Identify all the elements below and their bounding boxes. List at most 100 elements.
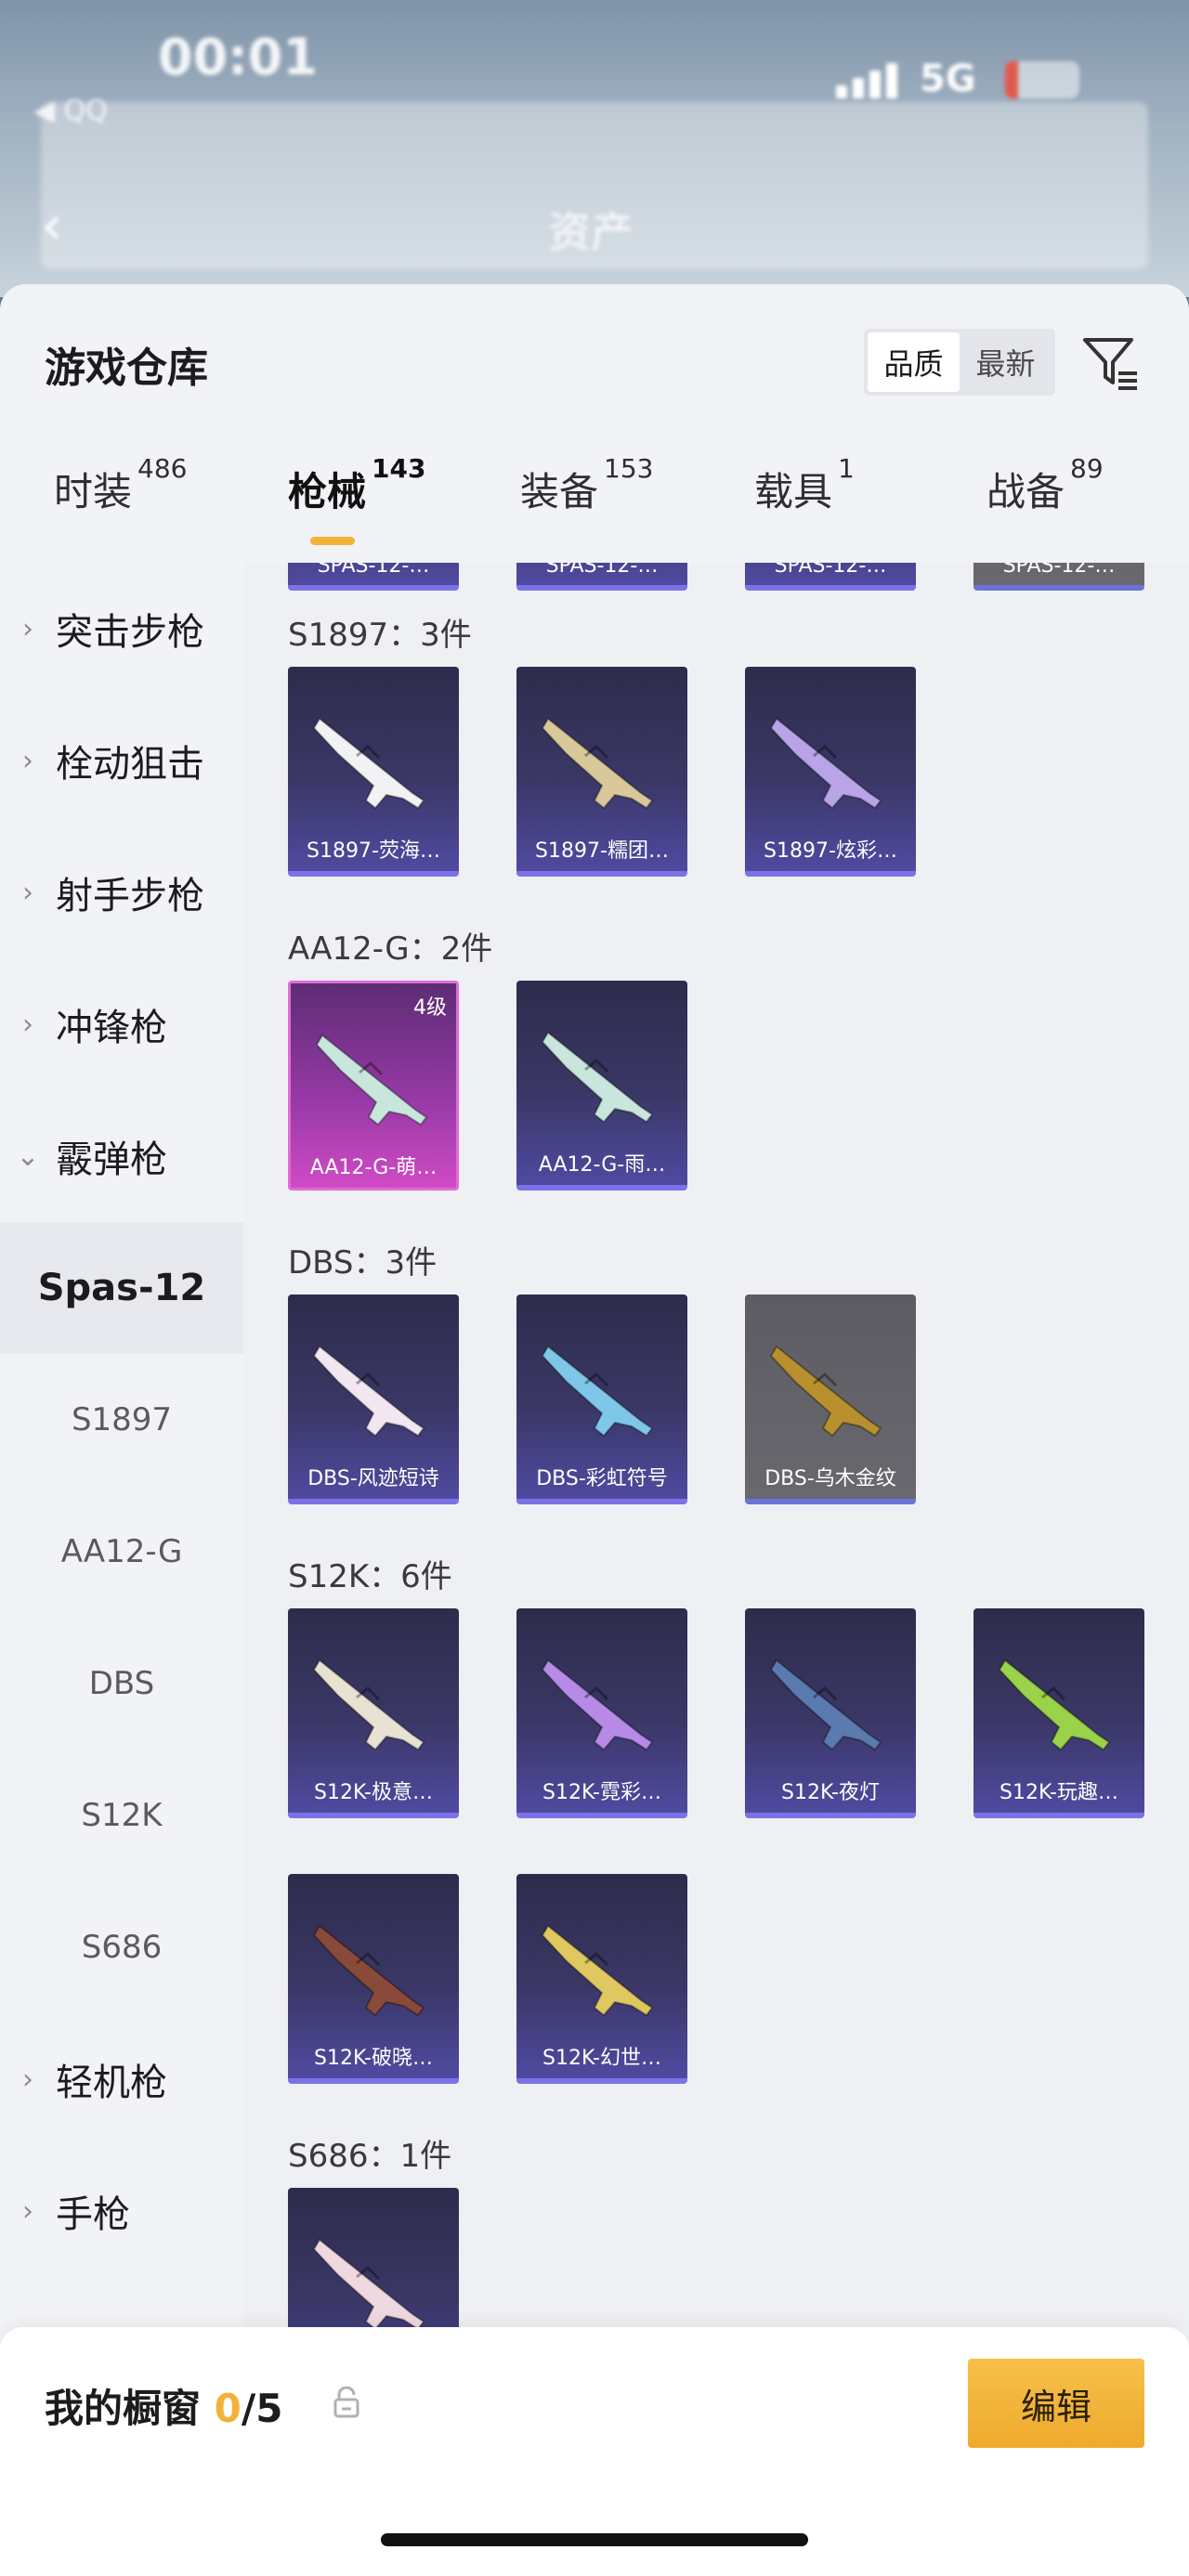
- tab-fashion[interactable]: 时装 486: [54, 453, 187, 553]
- battery-icon: [1005, 61, 1079, 98]
- weapon-card[interactable]: S686-巴巴…: [288, 2188, 459, 2327]
- weapon-icon: [312, 717, 425, 810]
- sidebar-subitem-dbs[interactable]: DBS: [0, 1618, 243, 1750]
- weapon-card-label: SPAS-12-…: [1002, 563, 1116, 578]
- sort-quality-button[interactable]: 品质: [868, 332, 960, 392]
- sheet-header: 游戏仓库 品质 最新 时装 486 枪械 143 装备 153 载具 1 战备 …: [0, 284, 1189, 563]
- weapon-icon: [769, 1659, 882, 1751]
- weapon-card-label: AA12-G-萌…: [309, 1156, 438, 1179]
- sidebar-item-label: 突击步枪: [56, 611, 204, 654]
- showcase-title: 我的橱窗: [45, 2386, 202, 2431]
- sidebar-item-label: 冲锋枪: [56, 1007, 167, 1049]
- weapon-card-label: DBS-彩虹符号: [536, 1467, 668, 1490]
- weapon-card-label: DBS-乌木金纹: [764, 1467, 896, 1490]
- weapon-card[interactable]: SPAS-12-…: [288, 563, 459, 591]
- page-title: 游戏仓库: [45, 345, 208, 392]
- weapon-card-label: DBS-风迹短诗: [307, 1467, 439, 1490]
- weapon-card[interactable]: DBS-风迹短诗: [288, 1295, 459, 1504]
- active-tab-indicator: [310, 537, 355, 545]
- lock-icon: [333, 2387, 359, 2418]
- tab-combat-gear[interactable]: 战备 89: [986, 453, 1104, 553]
- sidebar-item-assault-rifle[interactable]: › 突击步枪: [0, 563, 243, 695]
- weapon-card[interactable]: SPAS-12-…: [516, 563, 687, 591]
- sidebar-subitem-s1897[interactable]: S1897: [0, 1354, 243, 1486]
- weapon-icon: [312, 1659, 425, 1751]
- weapon-grid: SPAS-12-… SPAS-12-… SPAS-12-… SPAS-12-… S189…: [243, 563, 1189, 2327]
- sidebar-item-label: 射手步枪: [56, 875, 204, 917]
- tab-firearms[interactable]: 枪械 143: [288, 453, 425, 553]
- weapon-card[interactable]: SPAS-12-…: [973, 563, 1144, 591]
- back-to-app-link[interactable]: ◀ QQ: [33, 95, 108, 127]
- tab-label: 载具: [754, 469, 833, 514]
- tab-count: 1: [838, 453, 855, 484]
- showcase-label: 我的橱窗 0/5: [45, 2377, 282, 2434]
- sidebar-item-label: 栓动狙击: [56, 743, 204, 786]
- weapon-icon: [769, 717, 882, 810]
- tab-equipment[interactable]: 装备 153: [520, 453, 653, 553]
- sidebar-subitem-aa12g[interactable]: AA12-G: [0, 1486, 243, 1618]
- signal-icon: [836, 61, 901, 98]
- weapon-card[interactable]: S12K-霓彩…: [516, 1608, 687, 1818]
- sidebar-item-shotgun[interactable]: ⌄ 霰弹枪: [0, 1090, 243, 1222]
- top-bar: 00:01 ◀ QQ 5G ‹ 资产: [0, 0, 1189, 297]
- sidebar-item-label: 手枪: [56, 2193, 130, 2236]
- tab-label: 战备: [986, 469, 1065, 514]
- sidebar-item-label: 轻机枪: [56, 2062, 167, 2104]
- weapon-card[interactable]: DBS-彩虹符号: [516, 1295, 687, 1504]
- tab-label: 枪械: [288, 469, 367, 514]
- weapon-card[interactable]: S12K-极意…: [288, 1608, 459, 1818]
- weapon-icon: [315, 1034, 428, 1126]
- weapon-icon: [312, 1924, 425, 2017]
- sidebar-item-marksman-rifle[interactable]: › 射手步枪: [0, 826, 243, 958]
- weapon-card[interactable]: S12K-玩趣…: [973, 1608, 1144, 1818]
- group-title: S686：1件: [288, 2138, 452, 2175]
- filter-icon[interactable]: [1078, 331, 1143, 396]
- sidebar-item-bolt-sniper[interactable]: › 栓动狙击: [0, 695, 243, 826]
- sidebar-item-smg[interactable]: › 冲锋枪: [0, 958, 243, 1090]
- weapon-icon: [541, 1345, 654, 1438]
- weapon-card-label: SPAS-12-…: [774, 563, 887, 578]
- tab-count: 486: [137, 453, 188, 484]
- weapon-icon: [312, 2238, 425, 2327]
- edit-showcase-button[interactable]: 编辑: [968, 2359, 1144, 2448]
- weapon-icon: [769, 1345, 882, 1438]
- showcase-used: 0: [214, 2386, 242, 2431]
- status-time: 00:01: [158, 28, 318, 86]
- nav-title: 资产: [548, 207, 634, 257]
- showcase-count: 0/5: [215, 2386, 283, 2431]
- sidebar-subitem-s12k[interactable]: S12K: [0, 1750, 243, 1881]
- tab-count: 153: [604, 453, 654, 484]
- group-title: DBS：3件: [288, 1244, 438, 1281]
- weapon-card[interactable]: S12K-幻世…: [516, 1874, 687, 2084]
- weapon-card[interactable]: S12K-破晓…: [288, 1874, 459, 2084]
- weapon-card[interactable]: SPAS-12-…: [745, 563, 916, 591]
- tab-count: 143: [372, 453, 426, 484]
- weapon-icon: [541, 717, 654, 810]
- sidebar-item-pistol[interactable]: › 手枪: [0, 2145, 243, 2277]
- weapon-card-label: SPAS-12-…: [545, 563, 659, 578]
- weapon-icon: [312, 1345, 425, 1438]
- sidebar-item-lmg[interactable]: › 轻机枪: [0, 2013, 243, 2145]
- weapon-card-label: S12K-霓彩…: [542, 1781, 661, 1804]
- group-title: AA12-G：2件: [288, 930, 493, 968]
- weapon-card[interactable]: S1897-炫彩…: [745, 667, 916, 877]
- weapon-card[interactable]: S12K-夜灯: [745, 1608, 916, 1818]
- weapon-card[interactable]: 4级 AA12-G-萌…: [288, 981, 459, 1190]
- weapon-card-label: S12K-玩趣…: [999, 1781, 1118, 1804]
- sort-toggle: 品质 最新: [864, 329, 1055, 396]
- weapon-card-label: S12K-幻世…: [542, 2047, 661, 2070]
- tab-label: 时装: [54, 469, 133, 514]
- back-icon[interactable]: ‹: [41, 193, 63, 258]
- chevron-down-icon: ⌄: [16, 1139, 40, 1173]
- weapon-card-label: AA12-G-雨…: [538, 1153, 666, 1177]
- chevron-right-icon: ›: [22, 612, 33, 645]
- weapon-card[interactable]: S1897-糯团…: [516, 667, 687, 877]
- weapon-card[interactable]: S1897-荧海…: [288, 667, 459, 877]
- tab-vehicles[interactable]: 载具 1: [754, 453, 855, 553]
- sidebar-subitem-s686[interactable]: S686: [0, 1881, 243, 2013]
- tab-label: 装备: [520, 469, 599, 514]
- weapon-card[interactable]: DBS-乌木金纹: [745, 1295, 916, 1504]
- weapon-card[interactable]: AA12-G-雨…: [516, 981, 687, 1190]
- sort-newest-button[interactable]: 最新: [960, 332, 1052, 392]
- sidebar-subitem-spas12[interactable]: Spas-12: [0, 1222, 243, 1354]
